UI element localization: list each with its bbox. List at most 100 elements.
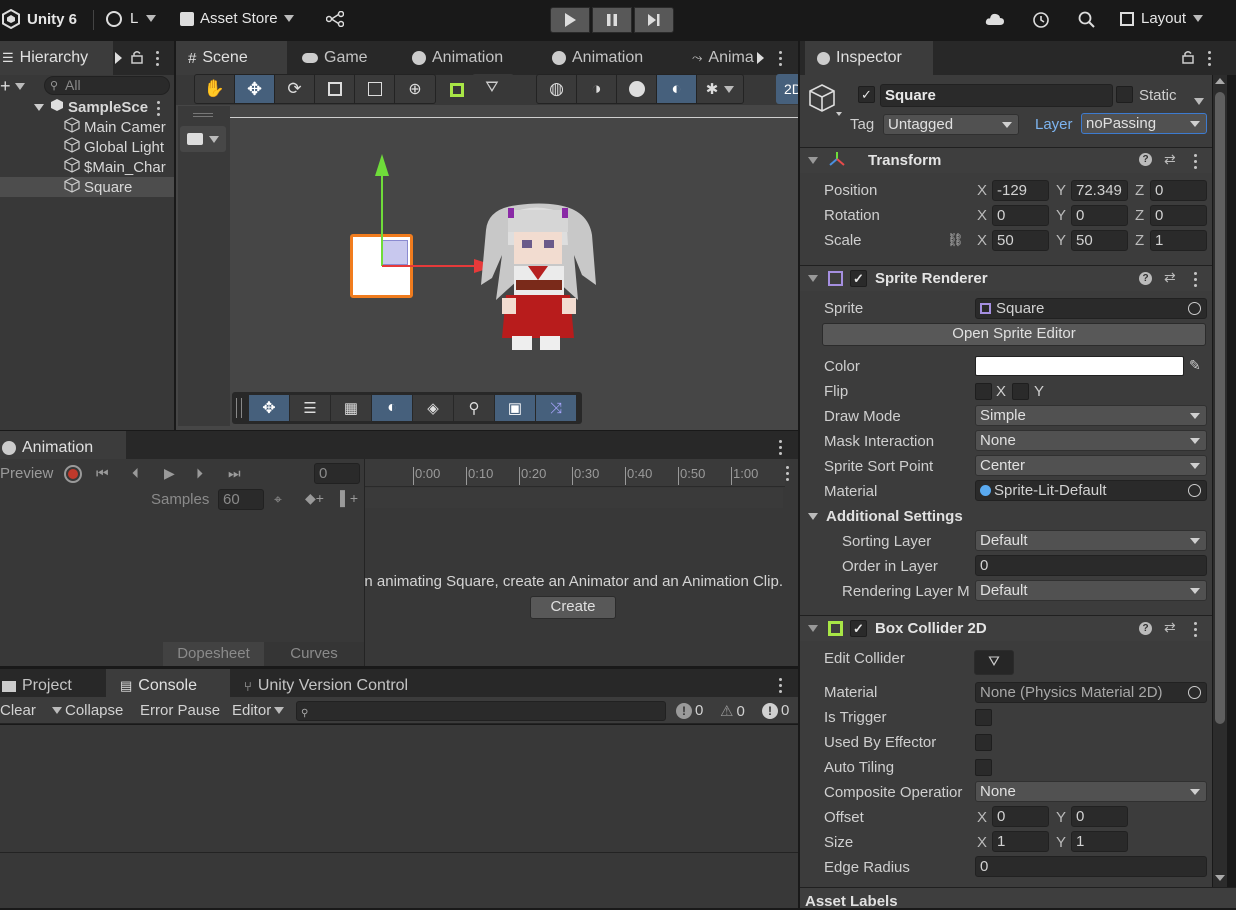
lock-icon[interactable] (131, 50, 143, 68)
tab-animation[interactable]: Animation (400, 41, 515, 75)
move-overlay-button[interactable]: ✥ (249, 395, 289, 421)
tab-scene[interactable]: # Scene (176, 41, 287, 75)
first-frame-button[interactable]: ⏮ (96, 465, 109, 482)
sliders-overlay-button[interactable]: ☰ (290, 395, 330, 421)
collapse-toggle[interactable]: Collapse (65, 702, 123, 719)
component-menu-icon[interactable] (1194, 622, 1198, 637)
scale-tool[interactable] (315, 75, 355, 103)
preview-toggle[interactable]: Preview (0, 465, 53, 482)
position-y-input[interactable]: 72.349 (1071, 180, 1128, 201)
preset-icon[interactable]: ⇄ (1164, 269, 1176, 286)
size-x-input[interactable]: 1 (992, 831, 1049, 852)
edge-radius-input[interactable]: 0 (975, 856, 1207, 877)
static-dropdown-arrow-icon[interactable] (1194, 92, 1204, 109)
account-button[interactable]: L (106, 10, 157, 27)
layers-overlay-button[interactable]: ◈ (413, 395, 453, 421)
hierarchy-item-selected[interactable]: Square (0, 177, 174, 197)
order-in-layer-input[interactable]: 0 (975, 555, 1207, 576)
layout-dropdown[interactable]: Layout (1120, 10, 1204, 27)
keyframe-target-icon[interactable]: ⌖ (274, 491, 282, 508)
hierarchy-item[interactable]: $Main_Char (0, 157, 174, 177)
position-z-input[interactable]: 0 (1150, 180, 1207, 201)
edit-collider-tool[interactable]: ⛛ (472, 74, 514, 104)
rotate-tool[interactable]: ⟳ (275, 75, 315, 103)
flip-x-checkbox[interactable] (975, 383, 992, 400)
transform-tool[interactable]: ⊕ (395, 75, 435, 103)
is-trigger-checkbox[interactable] (975, 709, 992, 726)
pause-button[interactable] (592, 7, 632, 33)
add-event-icon[interactable]: ▌+ (340, 490, 358, 506)
static-checkbox[interactable] (1116, 86, 1133, 103)
tab-animation[interactable]: Animation (540, 41, 655, 75)
collider-tool[interactable] (446, 79, 468, 101)
rotation-x-input[interactable]: 0 (992, 205, 1049, 226)
asset-store-button[interactable]: Asset Store (180, 10, 294, 27)
material-object-field[interactable]: Sprite-Lit-Default (975, 480, 1207, 501)
camera-overlay-toggle[interactable]: ▣ (495, 395, 535, 421)
clear-button[interactable]: Clear (0, 702, 62, 719)
scene-tab-menu-icon[interactable] (779, 51, 783, 66)
frame-field[interactable]: 0 (314, 463, 360, 484)
component-menu-icon[interactable] (1194, 154, 1198, 169)
object-name-input[interactable]: Square (880, 84, 1113, 107)
record-button[interactable] (64, 465, 82, 483)
help-icon[interactable]: ? (1139, 153, 1152, 166)
tab-overflow-arrow-icon[interactable] (115, 52, 122, 64)
inspector-menu-icon[interactable] (1208, 51, 1212, 66)
search-icon[interactable] (1078, 11, 1096, 33)
tab-dopesheet[interactable]: Dopesheet (163, 642, 264, 666)
info-filter-toggle[interactable]: ! 0 (676, 702, 703, 719)
add-keyframe-icon[interactable]: ◆+ (305, 490, 324, 507)
scene-menu-icon[interactable] (157, 101, 161, 116)
position-x-input[interactable]: -129 (992, 180, 1049, 201)
cloud-icon[interactable] (985, 12, 1005, 30)
sprite-object-field[interactable]: Square (975, 298, 1207, 319)
gameobject-cube-icon[interactable] (806, 82, 842, 122)
sprite-sort-point-dropdown[interactable]: Center (975, 455, 1207, 476)
play-button[interactable] (550, 7, 590, 33)
edit-collider-button[interactable]: ⛛ (974, 650, 1014, 675)
offset-y-input[interactable]: 0 (1071, 806, 1128, 827)
constrain-proportions-icon[interactable]: ⛓ (947, 232, 964, 248)
enabled-checkbox[interactable]: ✓ (850, 620, 867, 637)
physics-material-field[interactable]: None (Physics Material 2D) (975, 682, 1207, 703)
character-sprite[interactable] (478, 200, 598, 355)
help-icon[interactable]: ? (1139, 622, 1152, 635)
error-pause-toggle[interactable]: Error Pause (140, 702, 220, 719)
console-log-area[interactable] (0, 725, 798, 852)
object-picker-icon[interactable] (1188, 686, 1201, 699)
panel-grip[interactable] (193, 113, 213, 117)
last-frame-button[interactable]: ⏭ (228, 465, 241, 482)
move-tool[interactable]: ✥ (235, 75, 275, 103)
object-picker-icon[interactable] (1188, 484, 1201, 497)
rotation-z-input[interactable]: 0 (1150, 205, 1207, 226)
tab-animator[interactable]: ⤳ Anima (682, 41, 754, 75)
error-filter-toggle[interactable]: ! 0 (762, 702, 789, 719)
draw-mode-dropdown[interactable]: Simple (975, 405, 1207, 426)
shaded-toggle[interactable] (617, 75, 657, 103)
rendering-layer-dropdown[interactable]: Default (975, 580, 1207, 601)
tag-dropdown[interactable]: Untagged (883, 114, 1019, 135)
shuffle-overlay-button[interactable]: ⤨ (536, 395, 576, 421)
hierarchy-search-input[interactable]: All (44, 76, 170, 95)
step-button[interactable] (634, 7, 674, 33)
scene-root-item[interactable]: SampleSce (0, 97, 174, 117)
open-sprite-editor-button[interactable]: Open Sprite Editor (822, 323, 1206, 346)
create-animation-button[interactable]: Create (530, 596, 616, 619)
console-menu-icon[interactable] (779, 678, 783, 693)
layer-dropdown[interactable]: noPassing (1081, 113, 1207, 134)
hierarchy-item[interactable]: Global Light (0, 137, 174, 157)
component-menu-icon[interactable] (1194, 272, 1198, 287)
scroll-up-arrow-icon[interactable] (1215, 78, 1225, 84)
color-swatch[interactable] (975, 356, 1184, 376)
offset-x-input[interactable]: 0 (992, 806, 1049, 827)
prev-frame-button[interactable]: ⏴ (132, 465, 139, 482)
play-animation-button[interactable]: ▶ (164, 465, 175, 482)
console-detail-area[interactable] (0, 853, 798, 908)
overlay-grip[interactable] (236, 398, 242, 418)
tab-inspector[interactable]: Inspector (805, 41, 933, 75)
animation-menu-icon[interactable] (779, 440, 783, 455)
active-checkbox[interactable]: ✓ (858, 86, 875, 103)
hand-tool[interactable]: ✋ (195, 75, 235, 103)
search-overlay-button[interactable]: ⚲ (454, 395, 494, 421)
